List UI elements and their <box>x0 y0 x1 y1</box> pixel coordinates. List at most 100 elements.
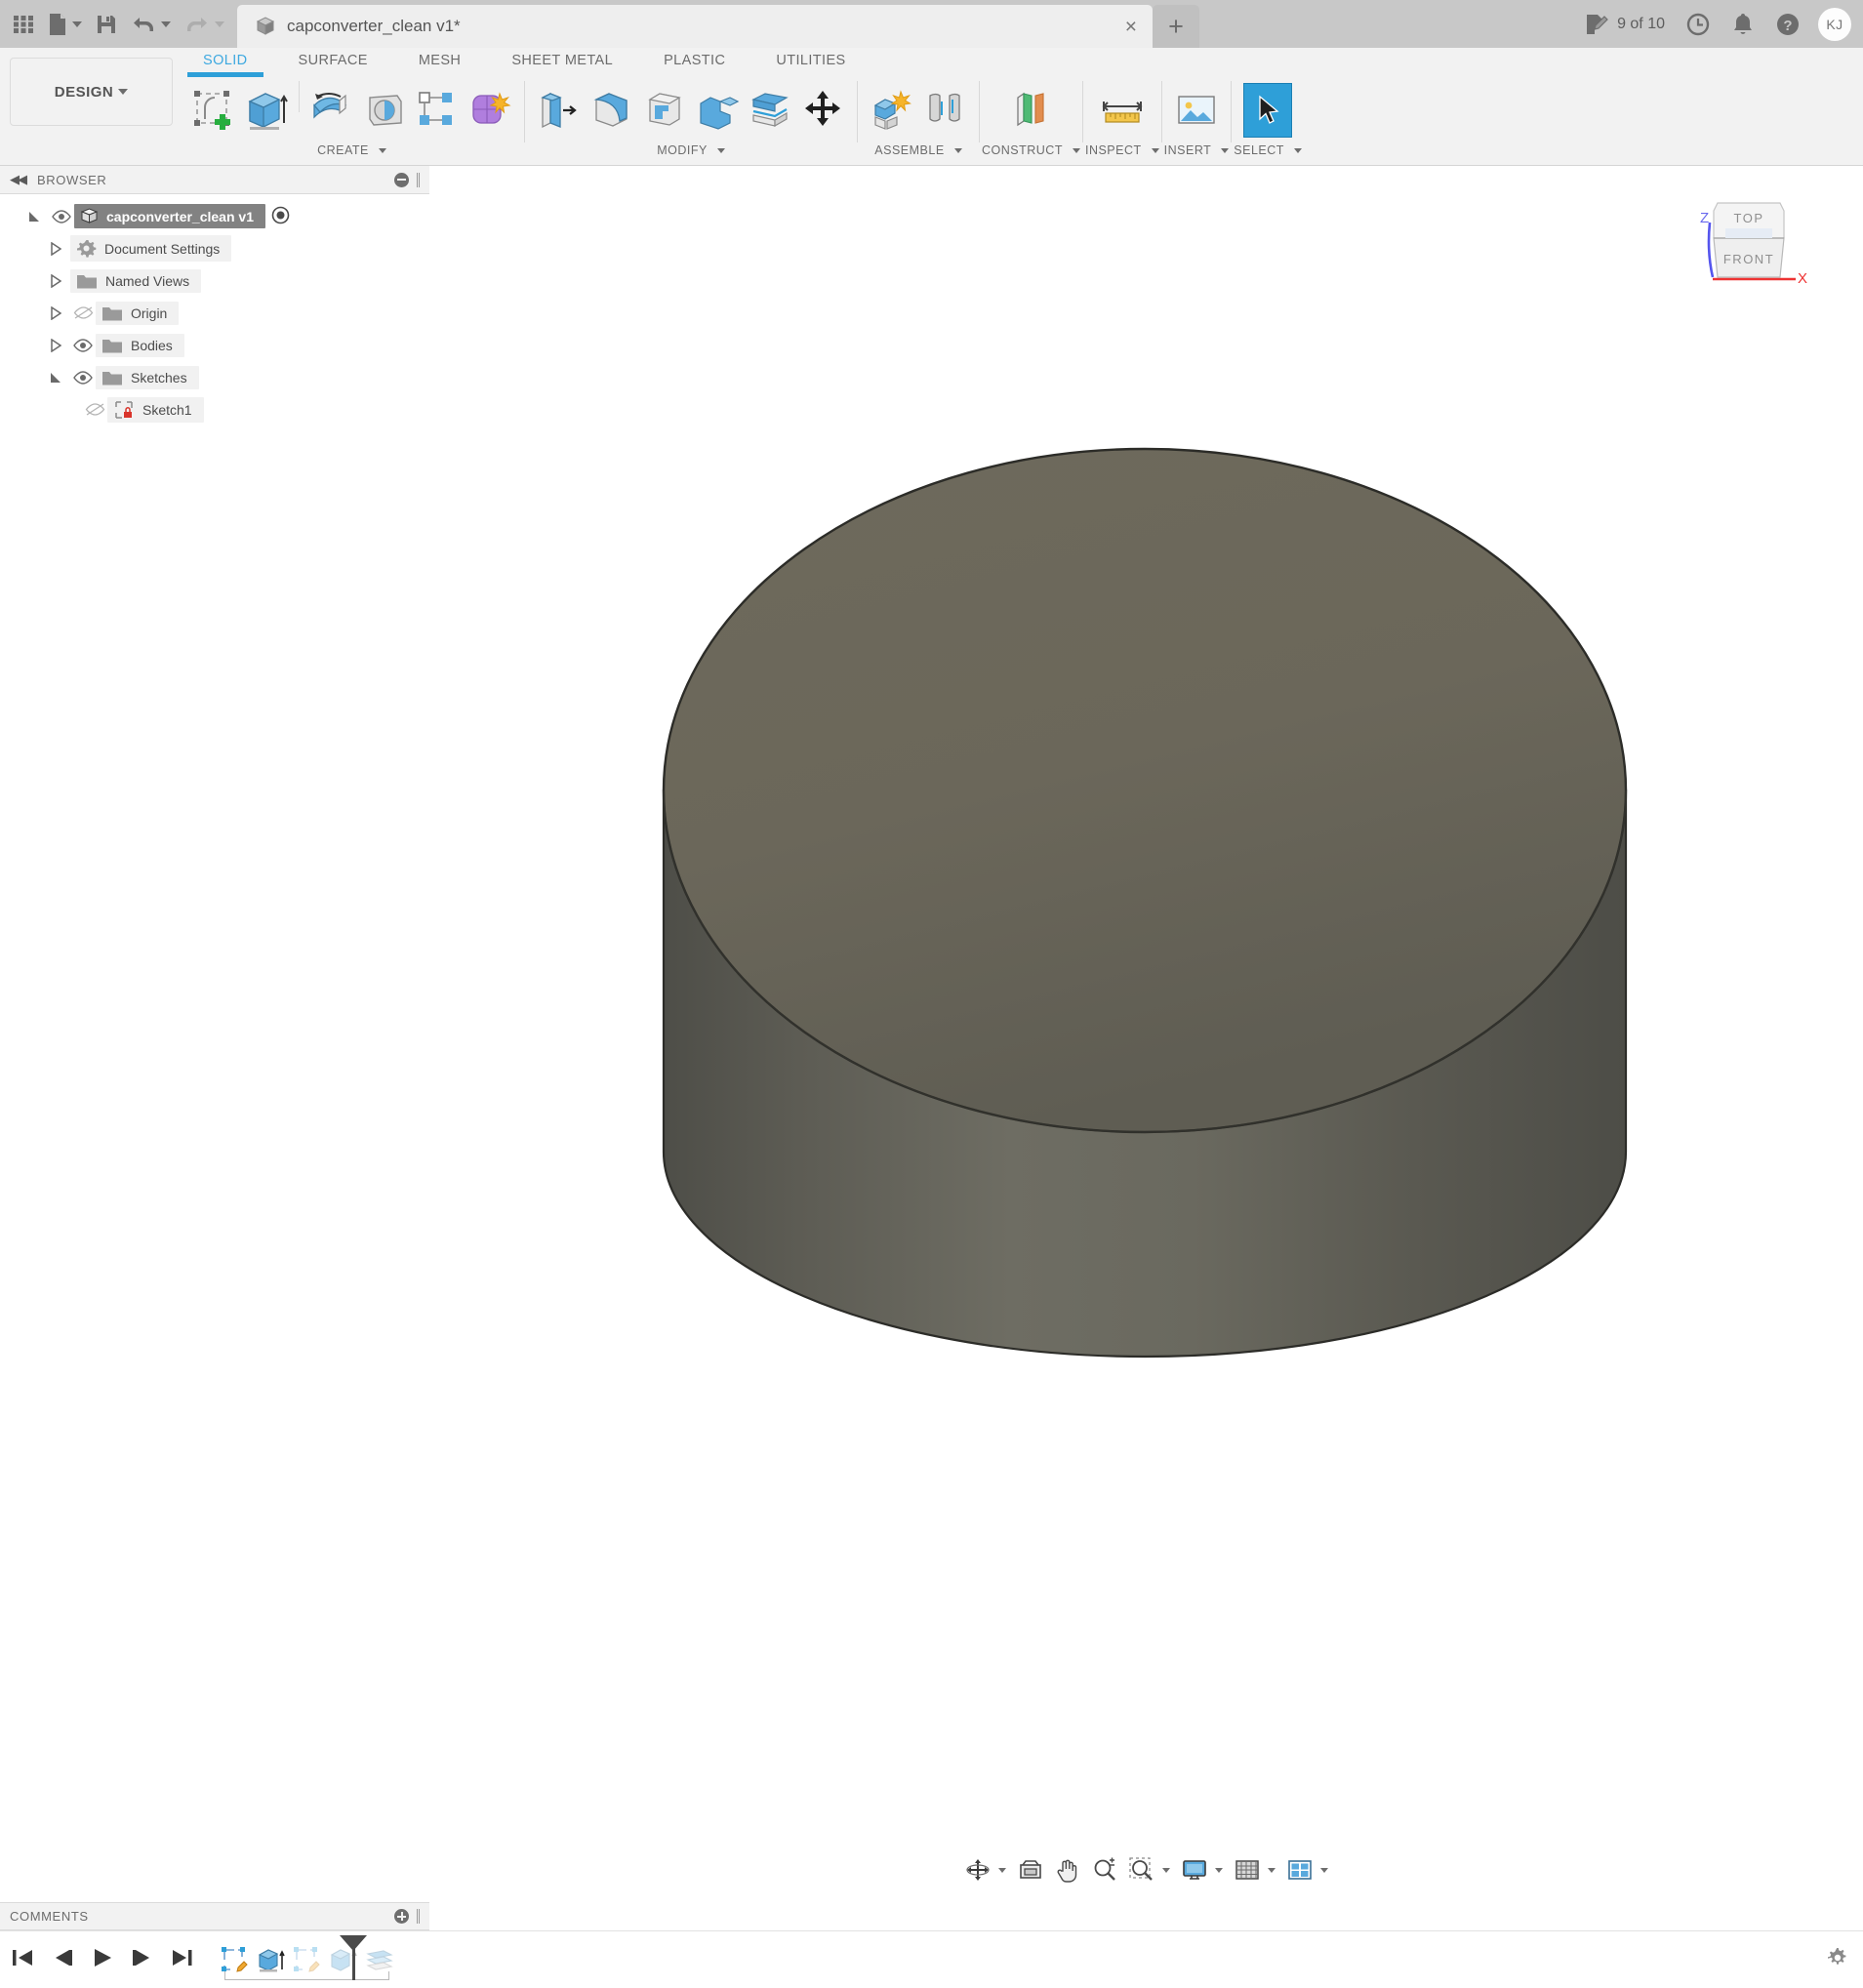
expand-triangle-icon[interactable] <box>20 210 49 223</box>
revolve-icon[interactable] <box>307 83 356 138</box>
visibility-eye-icon[interactable] <box>70 339 96 352</box>
measure-icon[interactable] <box>1098 83 1147 138</box>
tree-node-bodies[interactable]: Bodies <box>0 329 429 361</box>
timeline-feature-sketch-1[interactable] <box>217 1942 253 1978</box>
redo-icon[interactable] <box>178 5 231 44</box>
expand-triangle-icon[interactable] <box>41 242 70 256</box>
expand-triangle-icon[interactable] <box>41 339 70 352</box>
tab-surface[interactable]: SURFACE <box>273 48 393 73</box>
offset-face-icon[interactable] <box>746 83 794 138</box>
expand-triangle-icon[interactable] <box>41 274 70 288</box>
tree-node-origin[interactable]: Origin <box>0 297 429 329</box>
add-comment-icon[interactable] <box>394 1909 409 1924</box>
tree-node-sketch1[interactable]: Sketch1 <box>0 393 429 426</box>
inspect-caret-icon[interactable] <box>1152 148 1159 153</box>
edits-remaining[interactable]: 9 of 10 <box>1576 5 1674 44</box>
look-at-button[interactable] <box>1013 1853 1048 1887</box>
tab-plastic[interactable]: PLASTIC <box>638 48 750 73</box>
skip-to-start-icon[interactable] <box>10 1946 35 1974</box>
joint-icon[interactable] <box>920 83 969 138</box>
ribbon-group-modify-label[interactable]: MODIFY <box>657 138 725 163</box>
tab-solid[interactable]: SOLID <box>178 48 273 73</box>
zoom-window-caret-icon[interactable] <box>1162 1868 1170 1873</box>
panel-resize-grip[interactable] <box>417 173 420 187</box>
history-button[interactable] <box>1677 5 1720 44</box>
ribbon-group-insert-label[interactable]: INSERT <box>1164 138 1230 163</box>
ribbon-group-construct-label[interactable]: CONSTRUCT <box>982 138 1080 163</box>
new-document-caret-icon[interactable] <box>72 21 82 27</box>
play-icon[interactable] <box>90 1946 115 1974</box>
design-workspace-button[interactable]: DESIGN <box>10 58 173 126</box>
collapse-panel-icon[interactable]: ◀◀ <box>10 172 25 187</box>
tree-node-root[interactable]: capconverter_clean v1 <box>0 200 429 232</box>
tree-node-document-settings[interactable]: Document Settings <box>0 232 429 264</box>
orbit-button[interactable] <box>960 1853 1011 1887</box>
view-cube[interactable]: TOP FRONT Z X <box>1690 185 1807 303</box>
ribbon-group-select-label[interactable]: SELECT <box>1234 138 1302 163</box>
tree-node-body[interactable]: Sketches <box>96 366 199 389</box>
redo-caret-icon[interactable] <box>215 21 224 27</box>
visibility-eye-hidden-icon[interactable] <box>70 305 96 320</box>
zoom-button[interactable] <box>1087 1853 1122 1887</box>
display-settings-caret-icon[interactable] <box>1215 1868 1223 1873</box>
zoom-window-button[interactable] <box>1124 1853 1175 1887</box>
tree-node-body[interactable]: capconverter_clean v1 <box>74 204 265 228</box>
notifications-button[interactable] <box>1722 5 1763 44</box>
ribbon-group-inspect-label[interactable]: INSPECT <box>1085 138 1159 163</box>
activate-component-radio[interactable] <box>271 206 290 227</box>
close-icon[interactable]: × <box>1096 17 1137 37</box>
tree-node-body[interactable]: Sketch1 <box>107 397 204 423</box>
assemble-caret-icon[interactable] <box>954 148 962 153</box>
step-forward-icon[interactable] <box>130 1946 155 1974</box>
extrude-icon[interactable] <box>242 83 291 138</box>
undo-icon[interactable] <box>124 5 178 44</box>
create-caret-icon[interactable] <box>379 148 386 153</box>
sweep-icon[interactable] <box>360 83 409 138</box>
avatar[interactable]: KJ <box>1818 8 1851 41</box>
tab-sheet-metal[interactable]: SHEET METAL <box>486 48 638 73</box>
collapse-all-icon[interactable] <box>394 173 409 187</box>
new-component-icon[interactable] <box>868 83 916 138</box>
tab-utilities[interactable]: UTILITIES <box>750 48 871 73</box>
create-form-icon[interactable] <box>466 83 514 138</box>
tree-node-named-views[interactable]: Named Views <box>0 264 429 297</box>
shell-icon[interactable] <box>640 83 689 138</box>
insert-caret-icon[interactable] <box>1221 148 1229 153</box>
tab-mesh[interactable]: MESH <box>393 48 487 73</box>
construct-plane-icon[interactable] <box>1006 83 1055 138</box>
help-button[interactable]: ? <box>1766 5 1809 44</box>
select-tool-icon[interactable] <box>1243 83 1292 138</box>
timeline-settings-button[interactable] <box>1826 1946 1863 1974</box>
tree-node-body[interactable]: Bodies <box>96 334 184 357</box>
construct-caret-icon[interactable] <box>1073 148 1080 153</box>
grid-snaps-button[interactable] <box>1230 1853 1280 1887</box>
tree-node-body[interactable]: Named Views <box>70 269 201 293</box>
save-icon[interactable] <box>89 5 124 44</box>
grid-snaps-caret-icon[interactable] <box>1268 1868 1276 1873</box>
undo-caret-icon[interactable] <box>161 21 171 27</box>
tree-node-sketches[interactable]: Sketches <box>0 361 429 393</box>
ribbon-group-assemble-label[interactable]: ASSEMBLE <box>874 138 961 163</box>
model-render[interactable] <box>429 166 1863 1902</box>
viewport-layout-button[interactable] <box>1282 1853 1333 1887</box>
press-pull-icon[interactable] <box>535 83 584 138</box>
fillet-icon[interactable] <box>587 83 636 138</box>
combine-icon[interactable] <box>693 83 742 138</box>
app-grid-icon[interactable] <box>6 5 41 44</box>
visibility-eye-icon[interactable] <box>70 371 96 385</box>
timeline-feature-sketch-2[interactable] <box>289 1942 325 1978</box>
document-tab[interactable]: capconverter_clean v1* × <box>237 5 1153 48</box>
expand-triangle-icon[interactable] <box>41 306 70 320</box>
timeline-feature-extrude-1[interactable] <box>253 1942 289 1978</box>
viewport-layout-caret-icon[interactable] <box>1320 1868 1328 1873</box>
insert-image-icon[interactable] <box>1172 83 1221 138</box>
step-back-icon[interactable] <box>50 1946 75 1974</box>
comments-panel-header[interactable]: COMMENTS <box>0 1902 429 1930</box>
pan-button[interactable] <box>1050 1853 1085 1887</box>
pattern-icon[interactable] <box>413 83 462 138</box>
tree-node-body[interactable]: Origin <box>96 302 179 325</box>
viewport-canvas[interactable]: TOP FRONT Z X <box>429 166 1863 1902</box>
orbit-caret-icon[interactable] <box>998 1868 1006 1873</box>
panel-resize-grip[interactable] <box>417 1909 420 1924</box>
skip-to-end-icon[interactable] <box>170 1946 195 1974</box>
